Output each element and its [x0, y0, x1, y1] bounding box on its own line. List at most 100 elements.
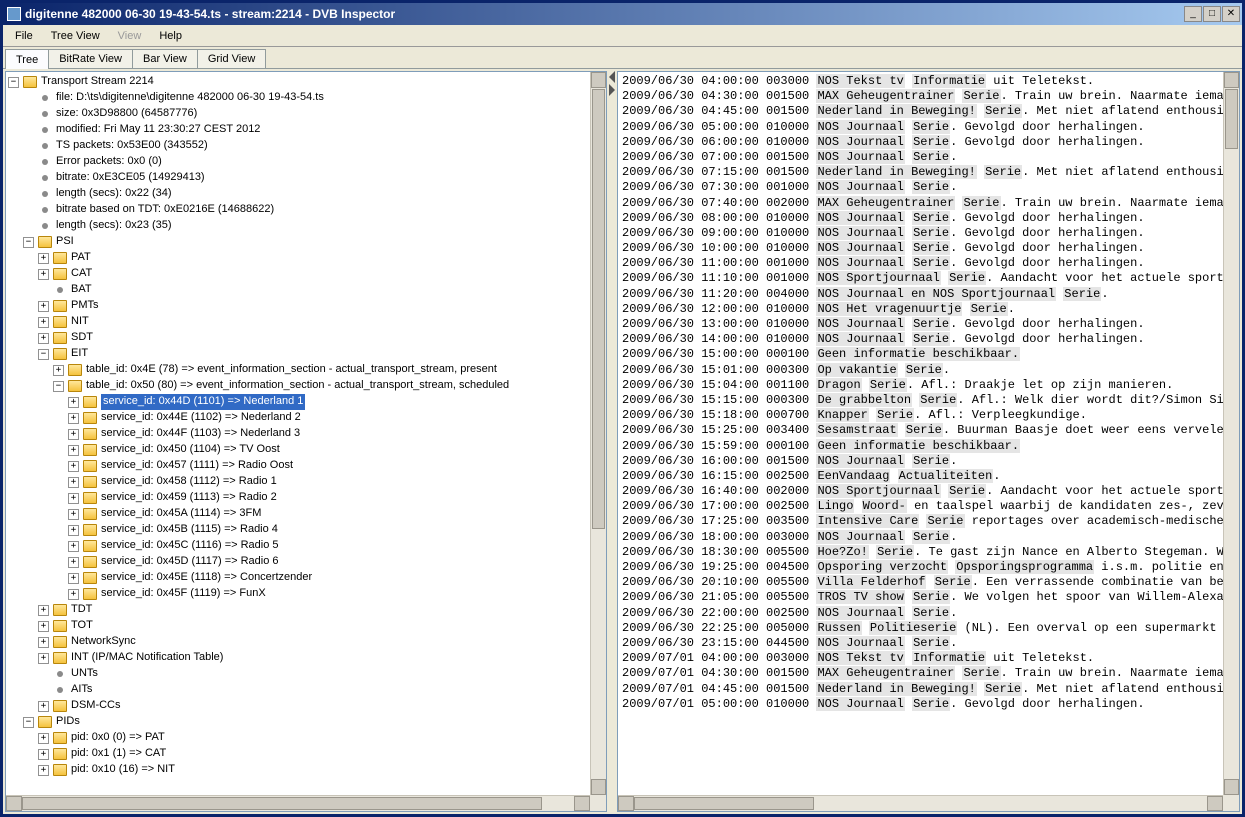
event-row[interactable]: 2009/06/30 11:00:00 001000 NOS Journaal …: [622, 256, 1223, 271]
event-row[interactable]: 2009/06/30 18:00:00 003000 NOS Journaal …: [622, 530, 1223, 545]
expander-icon[interactable]: +: [38, 301, 49, 312]
tree-row[interactable]: −PSI: [8, 234, 590, 250]
event-row[interactable]: 2009/06/30 04:45:00 001500 Nederland in …: [622, 104, 1223, 119]
event-row[interactable]: 2009/06/30 22:25:00 005000 Russen Politi…: [622, 621, 1223, 636]
tree-row[interactable]: AITs: [8, 682, 590, 698]
tab-bitrate[interactable]: BitRate View: [48, 49, 133, 68]
event-row[interactable]: 2009/06/30 16:15:00 002500 EenVandaag Ac…: [622, 469, 1223, 484]
tree-row[interactable]: length (secs): 0x22 (34): [8, 186, 590, 202]
expander-icon[interactable]: +: [53, 365, 64, 376]
tree-row[interactable]: −EIT: [8, 346, 590, 362]
event-row[interactable]: 2009/06/30 04:30:00 001500 MAX Geheugent…: [622, 89, 1223, 104]
tree-row[interactable]: −table_id: 0x50 (80) => event_informatio…: [8, 378, 590, 394]
event-row[interactable]: 2009/06/30 09:00:00 010000 NOS Journaal …: [622, 226, 1223, 241]
event-row[interactable]: 2009/06/30 23:15:00 044500 NOS Journaal …: [622, 636, 1223, 651]
event-row[interactable]: 2009/06/30 16:00:00 001500 NOS Journaal …: [622, 454, 1223, 469]
expander-icon[interactable]: +: [68, 445, 79, 456]
expander-icon[interactable]: +: [38, 765, 49, 776]
event-row[interactable]: 2009/06/30 07:30:00 001000 NOS Journaal …: [622, 180, 1223, 195]
expander-icon[interactable]: −: [8, 77, 19, 88]
expander-icon[interactable]: +: [38, 701, 49, 712]
event-row[interactable]: 2009/06/30 19:25:00 004500 Opsporing ver…: [622, 560, 1223, 575]
hscrollbar-left[interactable]: [6, 795, 590, 811]
vscrollbar-left[interactable]: [590, 72, 606, 795]
event-row[interactable]: 2009/07/01 04:30:00 001500 MAX Geheugent…: [622, 666, 1223, 681]
event-row[interactable]: 2009/06/30 16:40:00 002000 NOS Sportjour…: [622, 484, 1223, 499]
event-row[interactable]: 2009/06/30 15:59:00 000100 Geen informat…: [622, 439, 1223, 454]
scroll-left-button[interactable]: [6, 796, 22, 811]
tree-row[interactable]: +SDT: [8, 330, 590, 346]
expander-icon[interactable]: +: [38, 333, 49, 344]
tree-row[interactable]: size: 0x3D98800 (64587776): [8, 106, 590, 122]
event-row[interactable]: 2009/06/30 15:01:00 000300 Op vakantie S…: [622, 363, 1223, 378]
tree-row[interactable]: +table_id: 0x4E (78) => event_informatio…: [8, 362, 590, 378]
tree-row[interactable]: +pid: 0x10 (16) => NIT: [8, 762, 590, 778]
event-row[interactable]: 2009/06/30 15:25:00 003400 Sesamstraat S…: [622, 423, 1223, 438]
collapse-right-icon[interactable]: [609, 84, 615, 96]
event-row[interactable]: 2009/06/30 17:25:00 003500 Intensive Car…: [622, 514, 1223, 529]
titlebar[interactable]: digitenne 482000 06-30 19-43-54.ts - str…: [3, 3, 1242, 25]
tree-row[interactable]: +service_id: 0x44D (1101) => Nederland 1: [8, 394, 590, 410]
tree-row[interactable]: +service_id: 0x45D (1117) => Radio 6: [8, 554, 590, 570]
event-row[interactable]: 2009/06/30 06:00:00 010000 NOS Journaal …: [622, 135, 1223, 150]
event-row[interactable]: 2009/06/30 12:00:00 010000 NOS Het vrage…: [622, 302, 1223, 317]
tree-row[interactable]: +service_id: 0x45B (1115) => Radio 4: [8, 522, 590, 538]
tree-row[interactable]: length (secs): 0x23 (35): [8, 218, 590, 234]
maximize-button[interactable]: □: [1203, 6, 1221, 22]
scroll-down-button[interactable]: [591, 779, 606, 795]
scroll-up-button[interactable]: [1224, 72, 1239, 88]
expander-icon[interactable]: +: [68, 541, 79, 552]
tree-view[interactable]: −Transport Stream 2214file: D:\ts\digite…: [6, 72, 590, 795]
scroll-up-button[interactable]: [591, 72, 606, 88]
event-row[interactable]: 2009/06/30 04:00:00 003000 NOS Tekst tv …: [622, 74, 1223, 89]
tree-row[interactable]: +service_id: 0x44E (1102) => Nederland 2: [8, 410, 590, 426]
event-row[interactable]: 2009/06/30 11:20:00 004000 NOS Journaal …: [622, 287, 1223, 302]
event-row[interactable]: 2009/06/30 05:00:00 010000 NOS Journaal …: [622, 120, 1223, 135]
expander-icon[interactable]: +: [38, 317, 49, 328]
expander-icon[interactable]: +: [38, 637, 49, 648]
event-row[interactable]: 2009/06/30 07:00:00 001500 NOS Journaal …: [622, 150, 1223, 165]
tree-row[interactable]: UNTs: [8, 666, 590, 682]
expander-icon[interactable]: +: [68, 461, 79, 472]
tree-row[interactable]: +TOT: [8, 618, 590, 634]
menu-file[interactable]: File: [9, 28, 39, 44]
tree-row[interactable]: +NIT: [8, 314, 590, 330]
scroll-down-button[interactable]: [1224, 779, 1239, 795]
tree-row[interactable]: modified: Fri May 11 23:30:27 CEST 2012: [8, 122, 590, 138]
expander-icon[interactable]: +: [38, 733, 49, 744]
expander-icon[interactable]: +: [38, 253, 49, 264]
event-row[interactable]: 2009/06/30 22:00:00 002500 NOS Journaal …: [622, 606, 1223, 621]
tree-row[interactable]: TS packets: 0x53E00 (343552): [8, 138, 590, 154]
minimize-button[interactable]: _: [1184, 6, 1202, 22]
expander-icon[interactable]: +: [68, 413, 79, 424]
event-row[interactable]: 2009/06/30 11:10:00 001000 NOS Sportjour…: [622, 271, 1223, 286]
tree-row[interactable]: +service_id: 0x45C (1116) => Radio 5: [8, 538, 590, 554]
tree-row[interactable]: +NetworkSync: [8, 634, 590, 650]
event-row[interactable]: 2009/06/30 07:40:00 002000 MAX Geheugent…: [622, 196, 1223, 211]
expander-icon[interactable]: −: [53, 381, 64, 392]
event-row[interactable]: 2009/06/30 14:00:00 010000 NOS Journaal …: [622, 332, 1223, 347]
expander-icon[interactable]: +: [68, 429, 79, 440]
scroll-right-button[interactable]: [1207, 796, 1223, 811]
scroll-thumb[interactable]: [592, 89, 605, 529]
expander-icon[interactable]: +: [68, 493, 79, 504]
tab-bar[interactable]: Bar View: [132, 49, 198, 68]
event-row[interactable]: 2009/06/30 15:15:00 000300 De grabbelton…: [622, 393, 1223, 408]
expander-icon[interactable]: +: [68, 477, 79, 488]
tree-row[interactable]: +pid: 0x1 (1) => CAT: [8, 746, 590, 762]
tree-row[interactable]: −Transport Stream 2214: [8, 74, 590, 90]
tree-row[interactable]: +service_id: 0x450 (1104) => TV Oost: [8, 442, 590, 458]
expander-icon[interactable]: −: [23, 237, 34, 248]
event-row[interactable]: 2009/07/01 04:00:00 003000 NOS Tekst tv …: [622, 651, 1223, 666]
event-row[interactable]: 2009/06/30 18:30:00 005500 Hoe?Zo! Serie…: [622, 545, 1223, 560]
expander-icon[interactable]: +: [68, 573, 79, 584]
menu-help[interactable]: Help: [153, 28, 188, 44]
tree-row[interactable]: +CAT: [8, 266, 590, 282]
scroll-left-button[interactable]: [618, 796, 634, 811]
tree-row[interactable]: +service_id: 0x459 (1113) => Radio 2: [8, 490, 590, 506]
tree-row[interactable]: +DSM-CCs: [8, 698, 590, 714]
event-row[interactable]: 2009/06/30 15:18:00 000700 Knapper Serie…: [622, 408, 1223, 423]
tree-row[interactable]: +service_id: 0x45A (1114) => 3FM: [8, 506, 590, 522]
event-row[interactable]: 2009/06/30 07:15:00 001500 Nederland in …: [622, 165, 1223, 180]
collapse-left-icon[interactable]: [609, 71, 615, 83]
